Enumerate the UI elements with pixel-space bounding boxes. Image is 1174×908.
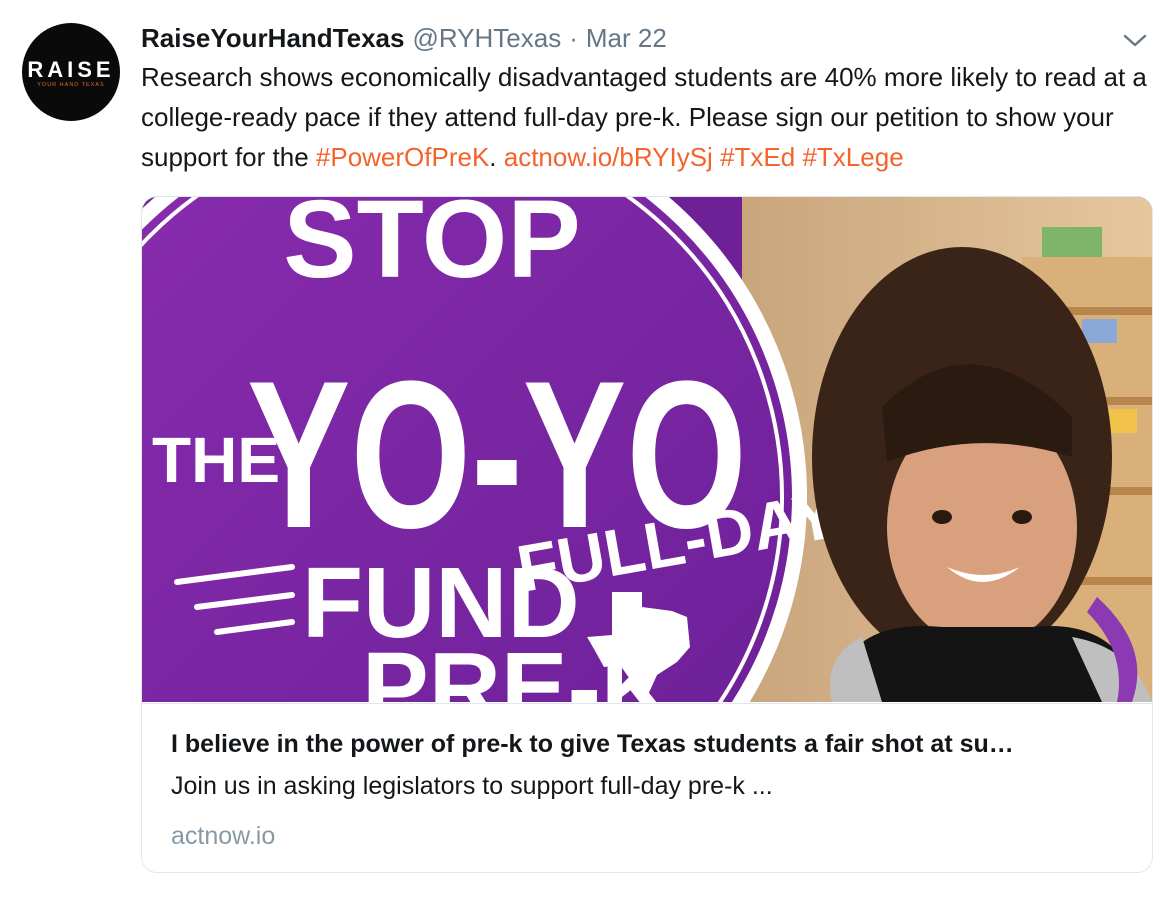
chevron-down-icon[interactable]	[1122, 30, 1148, 50]
author-handle[interactable]: @RYHTexas	[412, 18, 561, 58]
header-separator: ·	[569, 23, 578, 53]
card-body[interactable]: I believe in the power of pre-k to give …	[142, 703, 1152, 872]
link-card[interactable]: STOP THE YO-YO FUND FULL-DAY PRE-K I bel…	[141, 196, 1153, 873]
avatar-logo-text: RAISE	[27, 56, 115, 82]
tweet-link[interactable]: actnow.io/bRYIySj	[504, 142, 713, 172]
tweet-text-period: .	[489, 142, 504, 172]
card-domain: actnow.io	[171, 822, 276, 850]
hashtag-txlege[interactable]: #TxLege	[802, 142, 903, 172]
tweet-text: Research shows economically disadvantage…	[141, 57, 1166, 177]
card-image[interactable]: STOP THE YO-YO FUND FULL-DAY PRE-K	[142, 197, 1152, 702]
card-description: Join us in asking legislators to support…	[171, 772, 773, 800]
hashtag-txed[interactable]: #TxEd	[720, 142, 795, 172]
tweet-date[interactable]: Mar 22	[586, 18, 667, 58]
card-image-text-stop: STOP	[283, 197, 581, 301]
avatar-logo-subtext: YOUR HAND TEXAS	[37, 81, 105, 88]
card-title[interactable]: I believe in the power of pre-k to give …	[171, 726, 1131, 762]
avatar[interactable]: RAISE YOUR HAND TEXAS	[22, 23, 120, 121]
author-name[interactable]: RaiseYourHandTexas	[141, 18, 404, 58]
tweet-header: RaiseYourHandTexas @RYHTexas · Mar 22	[141, 18, 667, 58]
hashtag-powerofprek[interactable]: #PowerOfPreK	[316, 142, 489, 172]
